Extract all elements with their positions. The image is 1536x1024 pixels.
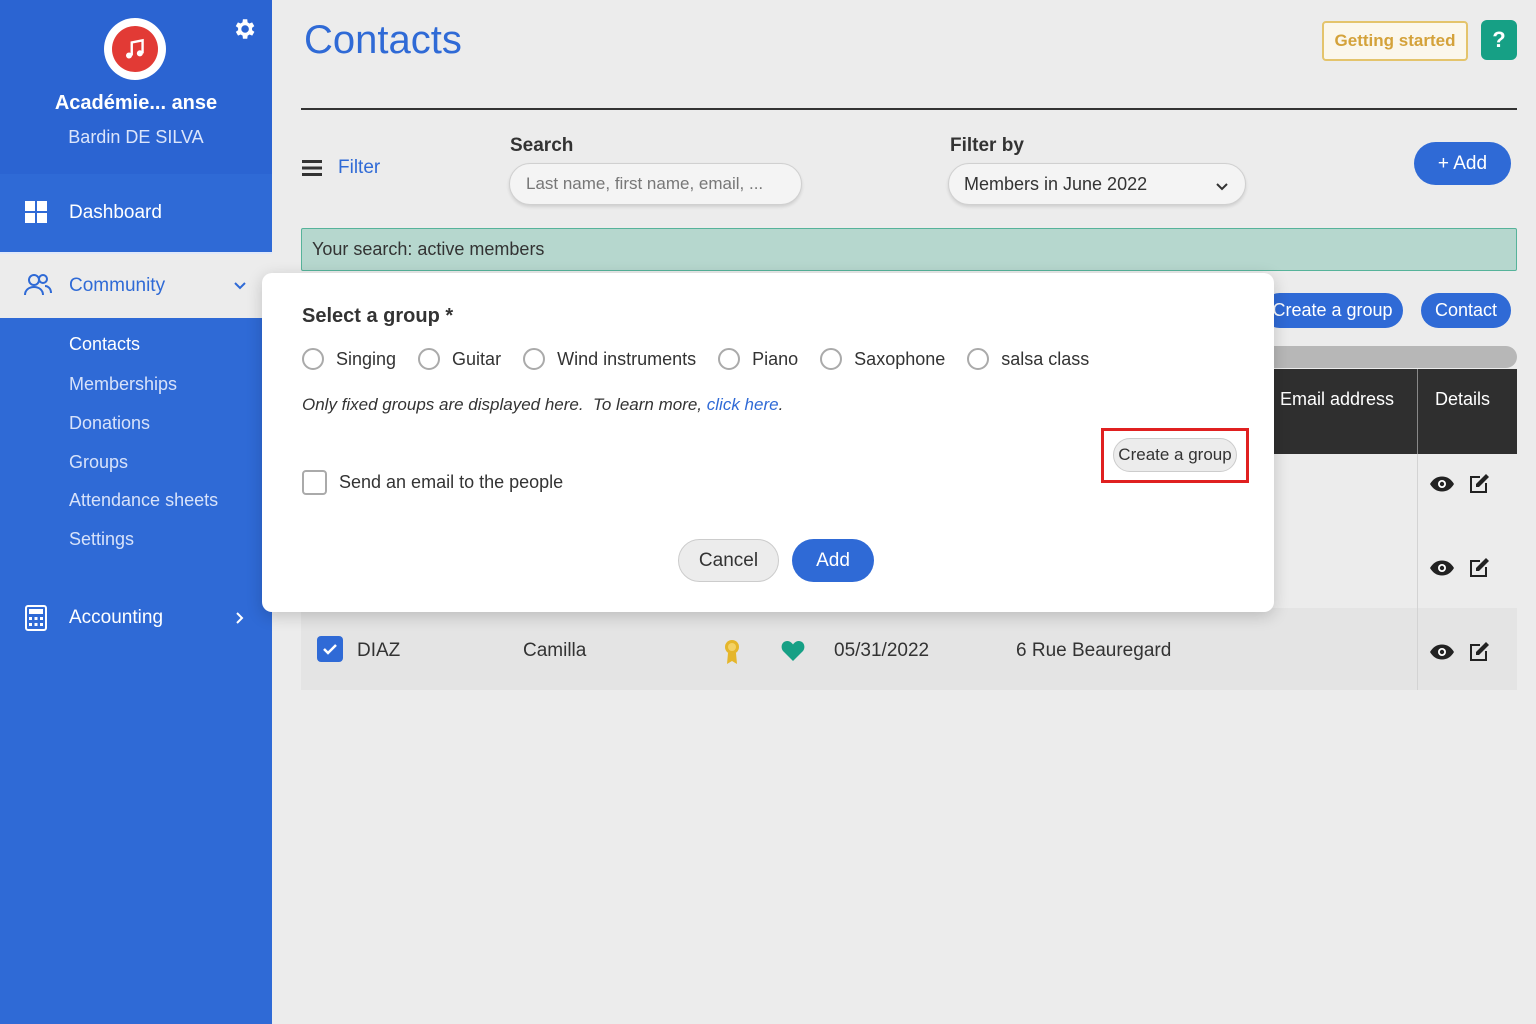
filter-by-select[interactable]: Members in June 2022 (948, 163, 1246, 205)
edit-icon[interactable] (1467, 472, 1491, 496)
calculator-icon (24, 605, 50, 631)
help-button[interactable]: ? (1481, 20, 1517, 60)
cell-last-name: DIAZ (357, 640, 401, 661)
sidebar-item-groups[interactable]: Groups (69, 452, 128, 473)
sidebar-item-donations[interactable]: Donations (69, 413, 150, 434)
grid-icon (24, 200, 50, 226)
chevron-down-icon (1215, 178, 1229, 192)
sidebar-item-contacts[interactable]: Contacts (69, 334, 140, 355)
column-divider (1417, 454, 1418, 524)
radio-group-guitar[interactable]: Guitar (418, 348, 501, 370)
cell-first-name: Camilla (523, 640, 587, 661)
radio-label: Singing (336, 348, 397, 369)
music-note-icon (112, 26, 158, 72)
nav-community[interactable]: Community (0, 254, 272, 318)
column-divider (1417, 369, 1418, 454)
add-contact-button[interactable]: + Add (1414, 142, 1511, 185)
modal-create-group-button[interactable]: Create a group (1113, 438, 1237, 472)
eye-icon[interactable] (1429, 643, 1455, 661)
getting-started-button[interactable]: Getting started (1322, 21, 1468, 61)
radio-label: Wind instruments (557, 348, 697, 369)
radio-circle[interactable] (967, 348, 990, 370)
radio-group-saxophone[interactable]: Saxophone (820, 348, 945, 370)
cancel-button[interactable]: Cancel (678, 539, 779, 582)
column-header-email[interactable]: Email address (1280, 389, 1394, 410)
radio-circle[interactable] (718, 348, 741, 370)
chevron-right-icon (232, 610, 248, 626)
gear-icon[interactable] (231, 16, 257, 42)
nav-community-label: Community (69, 275, 166, 296)
chevron-down-icon (232, 278, 248, 294)
nav-dashboard[interactable]: Dashboard (0, 174, 272, 252)
radio-group-salsa-class[interactable]: salsa class (967, 348, 1089, 370)
edit-icon[interactable] (1467, 556, 1491, 580)
create-group-highlight: Create a group (1101, 428, 1249, 483)
org-logo[interactable] (104, 18, 166, 80)
sidebar: Académie... anse Bardin DE SILVA Dashboa… (0, 0, 272, 1024)
send-email-checkbox[interactable]: Send an email to the people (302, 470, 563, 495)
sidebar-item-memberships[interactable]: Memberships (69, 374, 177, 395)
radio-label: salsa class (1001, 348, 1090, 369)
row-actions (1429, 556, 1491, 580)
filter-label: Filter (338, 157, 381, 178)
checkbox-box[interactable] (302, 470, 327, 495)
filter-toggle[interactable]: Filter (302, 157, 380, 179)
column-divider (1417, 608, 1418, 690)
radio-label: Piano (752, 348, 799, 369)
filter-by-label: Filter by (950, 135, 1024, 156)
cell-date: 05/31/2022 (834, 640, 930, 661)
sidebar-header: Académie... anse Bardin DE SILVA (0, 0, 272, 174)
radio-group-wind-instruments[interactable]: Wind instruments (523, 348, 696, 370)
add-button[interactable]: Add (792, 539, 874, 582)
medal-icon (722, 638, 742, 672)
send-email-label: Send an email to the people (339, 472, 564, 492)
radio-label: Saxophone (854, 348, 946, 369)
radio-circle[interactable] (820, 348, 843, 370)
learn-more-link[interactable]: click here (707, 395, 779, 414)
filter-by-value: Members in June 2022 (964, 173, 1148, 194)
radio-circle[interactable] (523, 348, 546, 370)
page-title: Contacts (304, 18, 462, 62)
table-header: Email address Details (1262, 369, 1517, 454)
search-input[interactable] (509, 163, 802, 205)
select-group-modal: Select a group * Singing Guitar Wind ins… (262, 273, 1274, 612)
search-summary-banner: Your search: active members (301, 228, 1517, 271)
search-label: Search (510, 135, 574, 156)
users-icon (24, 273, 52, 299)
radio-group-piano[interactable]: Piano (718, 348, 798, 370)
column-header-details: Details (1435, 389, 1491, 409)
nav-accounting[interactable]: Accounting (0, 592, 272, 644)
row-actions (1429, 640, 1491, 664)
table-horizontal-scrollbar[interactable] (1262, 346, 1517, 368)
menu-icon (302, 159, 322, 177)
fixed-groups-note: Only fixed groups are displayed here. To… (302, 395, 783, 415)
edit-icon[interactable] (1467, 640, 1491, 664)
nav-dashboard-label: Dashboard (69, 202, 162, 223)
eye-icon[interactable] (1429, 475, 1455, 493)
row-checkbox[interactable] (317, 636, 343, 662)
radio-group-singing[interactable]: Singing (302, 348, 396, 370)
column-divider (1417, 524, 1418, 608)
heart-icon (781, 640, 805, 668)
radio-circle[interactable] (418, 348, 441, 370)
sidebar-item-attendance-sheets[interactable]: Attendance sheets (69, 490, 218, 511)
org-name: Académie... anse (54, 92, 218, 114)
note-suffix: . (778, 395, 784, 414)
eye-icon[interactable] (1429, 559, 1455, 577)
modal-title: Select a group * (302, 305, 454, 327)
group-radio-list: Singing Guitar Wind instruments Piano Sa… (302, 348, 1111, 370)
user-name: Bardin DE SILVA (68, 127, 204, 147)
title-divider (301, 108, 1517, 110)
nav-accounting-label: Accounting (69, 607, 164, 628)
note-text: Only fixed groups are displayed here. To… (302, 395, 707, 414)
radio-circle[interactable] (302, 348, 324, 370)
sidebar-item-settings[interactable]: Settings (69, 529, 134, 550)
contact-button[interactable]: Contact (1421, 293, 1511, 328)
row-actions (1429, 472, 1491, 496)
cell-address: 6 Rue Beauregard (1016, 640, 1172, 661)
create-group-button[interactable]: Create a group (1262, 293, 1403, 328)
radio-label: Guitar (452, 348, 502, 369)
